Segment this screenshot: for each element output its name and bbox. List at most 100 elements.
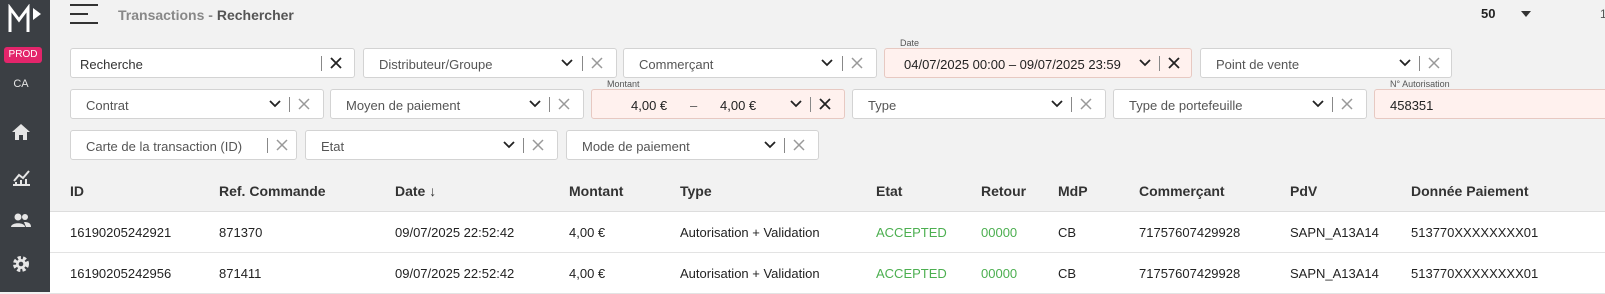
cell-ref-commande: 871370 <box>219 225 263 240</box>
chevron-down-icon[interactable] <box>529 99 541 109</box>
autorisation-label: N° Autorisation <box>1390 79 1450 89</box>
commercant-select[interactable]: Commerçant <box>623 48 877 78</box>
type-portefeuille-select[interactable]: Type de portefeuille <box>1113 89 1367 119</box>
recherche-input[interactable]: Recherche <box>70 48 355 78</box>
cell-commercant: 71757607429928 <box>1139 266 1241 281</box>
commercant-close-icon[interactable] <box>850 56 864 70</box>
cell-date: 09/07/2025 22:52:42 <box>395 225 515 240</box>
col-header-ref-commande[interactable]: Ref. Commande <box>219 183 326 199</box>
autorisation-input[interactable]: N° Autorisation 458351 <box>1374 79 1605 119</box>
col-header-retour[interactable]: Retour <box>981 183 1026 199</box>
montant-max-value[interactable]: 4,00 € <box>720 98 756 113</box>
chevron-down-icon[interactable] <box>790 99 802 109</box>
col-header-etat[interactable]: Etat <box>876 183 902 199</box>
cell-pdv: SAPN_A13A14 <box>1290 266 1379 281</box>
chevron-down-icon[interactable] <box>764 140 776 150</box>
cell-retour: 00000 <box>981 225 1018 240</box>
menu-icon[interactable] <box>70 2 100 26</box>
col-header-commercant[interactable]: Commerçant <box>1139 183 1225 199</box>
type-label: Type <box>868 98 897 113</box>
page-size-value[interactable]: 50 <box>1481 6 1495 21</box>
chevron-down-icon[interactable] <box>821 58 833 68</box>
sidebar: PROD CA <box>0 0 50 292</box>
cell-montant: 4,00 € <box>569 225 606 240</box>
date-value: 04/07/2025 00:00 – 09/07/2025 23:59 <box>904 57 1121 72</box>
page-number[interactable]: 1 <box>1600 7 1605 21</box>
moyen-paiement-close-icon[interactable] <box>557 97 571 111</box>
montant-range-select[interactable]: Montant 4,00 € – 4,00 € <box>591 79 845 119</box>
col-header-pdv[interactable]: PdV <box>1290 183 1317 199</box>
chevron-down-icon[interactable] <box>561 58 573 68</box>
home-icon[interactable] <box>10 121 32 143</box>
user-initials[interactable]: CA <box>0 78 42 90</box>
distributeur-close-icon[interactable] <box>590 56 604 70</box>
type-select[interactable]: Type <box>852 89 1106 119</box>
cell-date: 09/07/2025 22:52:42 <box>395 266 515 281</box>
chevron-down-icon[interactable] <box>269 99 281 109</box>
mode-paiement-close-icon[interactable] <box>792 138 806 152</box>
contrat-label: Contrat <box>86 98 129 113</box>
col-header-type[interactable]: Type <box>680 183 712 199</box>
distributeur-label: Distributeur/Groupe <box>379 57 493 72</box>
point-de-vente-close-icon[interactable] <box>1427 56 1441 70</box>
cell-id: 16190205242956 <box>70 266 172 281</box>
cell-type: Autorisation + Validation <box>680 266 820 281</box>
table-header: ID Ref. Commande Date ↓ Montant Type Eta… <box>50 171 1605 212</box>
cell-type: Autorisation + Validation <box>680 225 820 240</box>
chevron-down-icon[interactable] <box>503 140 515 150</box>
autorisation-value: 458351 <box>1390 98 1434 113</box>
cell-commercant: 71757607429928 <box>1139 225 1241 240</box>
chevron-down-icon[interactable] <box>1399 58 1411 68</box>
mode-paiement-select[interactable]: Mode de paiement <box>566 130 819 160</box>
recherche-placeholder: Recherche <box>80 57 143 72</box>
montant-label: Montant <box>607 79 640 89</box>
col-header-donnee-paiement[interactable]: Donnée Paiement <box>1411 183 1528 199</box>
col-header-date[interactable]: Date ↓ <box>395 183 436 199</box>
distributeur-select[interactable]: Distributeur/Groupe <box>363 48 617 78</box>
cell-id: 16190205242921 <box>70 225 172 240</box>
page-title: Transactions - Rechercher <box>118 7 294 23</box>
cell-donnee-paiement: 513770XXXXXXXX01 <box>1411 225 1539 240</box>
mode-paiement-label: Mode de paiement <box>582 139 690 154</box>
carte-label: Carte de la transaction (ID) <box>86 139 243 154</box>
chart-icon[interactable] <box>10 166 32 188</box>
date-close-icon[interactable] <box>1167 56 1181 70</box>
carte-close-icon[interactable] <box>275 138 289 152</box>
date-label: Date <box>900 38 920 48</box>
chevron-down-icon[interactable] <box>1139 58 1151 68</box>
users-icon[interactable] <box>10 209 32 231</box>
contrat-close-icon[interactable] <box>297 97 311 111</box>
recherche-close-icon[interactable] <box>329 56 343 70</box>
chevron-down-icon[interactable] <box>1051 99 1063 109</box>
logo-icon[interactable] <box>8 4 44 34</box>
montant-close-icon[interactable] <box>818 97 832 111</box>
type-portefeuille-close-icon[interactable] <box>1340 97 1354 111</box>
gear-icon[interactable] <box>10 253 32 275</box>
main-content: Transactions - Rechercher 50 1 Recherche… <box>50 0 1605 294</box>
cell-etat: ACCEPTED <box>876 266 947 281</box>
cell-donnee-paiement: 513770XXXXXXXX01 <box>1411 266 1539 281</box>
point-de-vente-select[interactable]: Point de vente <box>1200 48 1452 78</box>
etat-label: Etat <box>321 139 345 154</box>
table-row[interactable]: 16190205242921 871370 09/07/2025 22:52:4… <box>50 212 1605 253</box>
chevron-down-icon[interactable] <box>1312 99 1324 109</box>
etat-select[interactable]: Etat <box>305 130 558 160</box>
montant-min-value[interactable]: 4,00 € <box>631 98 667 113</box>
col-header-montant[interactable]: Montant <box>569 183 623 199</box>
contrat-select[interactable]: Contrat <box>70 89 324 119</box>
carte-input[interactable]: Carte de la transaction (ID) <box>70 130 297 160</box>
col-header-mdp[interactable]: MdP <box>1058 183 1088 199</box>
cell-retour: 00000 <box>981 266 1018 281</box>
table-row[interactable]: 16190205242956 871411 09/07/2025 22:52:4… <box>50 253 1605 294</box>
date-range-select[interactable]: Date 04/07/2025 00:00 – 09/07/2025 23:59 <box>884 38 1192 78</box>
cell-etat: ACCEPTED <box>876 225 947 240</box>
moyen-paiement-select[interactable]: Moyen de paiement <box>330 89 584 119</box>
col-header-id[interactable]: ID <box>70 183 84 199</box>
moyen-paiement-label: Moyen de paiement <box>346 98 461 113</box>
cell-pdv: SAPN_A13A14 <box>1290 225 1379 240</box>
etat-close-icon[interactable] <box>531 138 545 152</box>
page-size-chevron-down-icon[interactable] <box>1520 9 1532 19</box>
cell-mdp: CB <box>1058 225 1077 240</box>
montant-dash: – <box>690 98 698 113</box>
type-close-icon[interactable] <box>1079 97 1093 111</box>
